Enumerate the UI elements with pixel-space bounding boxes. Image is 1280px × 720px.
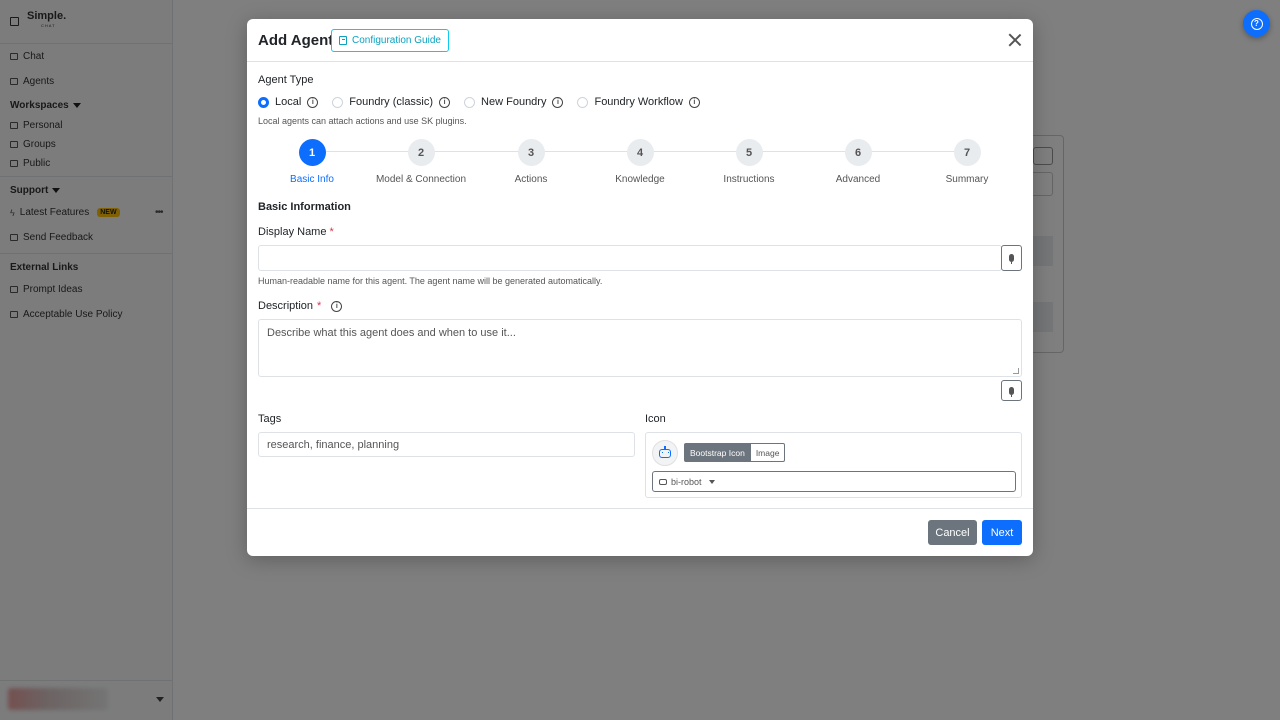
step-number: 5 (735, 139, 763, 166)
agent-type-label: Agent Type (258, 74, 314, 86)
step-actions[interactable]: 3 Actions (471, 139, 591, 185)
robot-icon (659, 478, 667, 485)
caret-down-icon (708, 479, 715, 484)
step-instructions[interactable]: 5 Instructions (689, 139, 809, 185)
step-number: 4 (626, 139, 654, 166)
display-name-label: Display Name * (258, 226, 334, 238)
step-number: 3 (517, 139, 545, 166)
info-icon[interactable]: i (552, 96, 564, 108)
info-icon[interactable]: i (688, 96, 700, 108)
image-button[interactable]: Image (750, 443, 786, 462)
tags-input[interactable]: research, finance, planning (258, 432, 635, 457)
step-label: Advanced (835, 174, 881, 185)
microphone-icon (1009, 254, 1014, 264)
agent-type-foundry-classic[interactable]: Foundry (classic) i (332, 96, 451, 108)
agent-type-options: Local i Foundry (classic) i New Foundry … (258, 96, 714, 108)
add-agent-modal: Add Agent Configuration Guide Agent Type… (247, 19, 1033, 556)
icon-label: Icon (645, 413, 666, 425)
radio-label: New Foundry (481, 96, 547, 108)
icon-select-value: bi-robot (671, 476, 702, 487)
resize-handle-icon[interactable] (1013, 368, 1019, 374)
bootstrap-icon-button[interactable]: Bootstrap Icon (684, 443, 751, 462)
step-number: 6 (844, 139, 872, 166)
required-mark: * (329, 226, 334, 238)
step-advanced[interactable]: 6 Advanced (798, 139, 918, 185)
book-icon (339, 36, 347, 45)
configuration-guide-button[interactable]: Configuration Guide (331, 29, 449, 52)
radio-label: Foundry Workflow (594, 96, 683, 108)
step-label: Summary (945, 174, 989, 185)
cancel-button[interactable]: Cancel (928, 520, 977, 545)
icon-preview (652, 440, 678, 466)
radio-label: Local (275, 96, 302, 108)
icon-mode-toggle: Bootstrap Icon Image (684, 443, 786, 462)
required-mark: * (317, 300, 322, 312)
step-knowledge[interactable]: 4 Knowledge (580, 139, 700, 185)
step-summary[interactable]: 7 Summary (907, 139, 1027, 185)
agent-type-new-foundry[interactable]: New Foundry i (464, 96, 564, 108)
step-number: 1 (298, 139, 326, 166)
info-icon[interactable]: i (331, 300, 343, 312)
modal-footer (247, 508, 1033, 509)
step-label: Instructions (723, 174, 775, 185)
display-name-label-text: Display Name (258, 226, 327, 238)
description-label-text: Description (258, 300, 314, 312)
step-label: Model & Connection (375, 174, 467, 185)
radio-button[interactable] (464, 96, 476, 108)
description-textarea[interactable]: Describe what this agent does and when t… (258, 319, 1022, 377)
radio-button[interactable] (332, 96, 344, 108)
help-button[interactable]: ? (1243, 10, 1270, 37)
step-label: Knowledge (615, 174, 665, 185)
agent-type-help: Local agents can attach actions and use … (258, 116, 467, 126)
robot-icon (659, 445, 671, 458)
section-title: Basic Information (258, 201, 351, 213)
icon-panel: Bootstrap Icon Image bi-robot (645, 432, 1022, 498)
modal-header: Add Agent Configuration Guide (247, 19, 1033, 62)
display-name-mic-button[interactable] (1001, 245, 1022, 271)
tags-label: Tags (258, 413, 282, 425)
step-label: Actions (514, 174, 548, 185)
icon-select[interactable]: bi-robot (652, 471, 1016, 492)
step-basic-info[interactable]: 1 Basic Info (252, 139, 372, 185)
radio-button[interactable] (577, 96, 589, 108)
next-button[interactable]: Next (982, 520, 1022, 545)
microphone-icon (1009, 386, 1014, 397)
question-icon: ? (1250, 17, 1263, 30)
display-name-help: Human-readable name for this agent. The … (258, 276, 603, 286)
configuration-guide-label: Configuration Guide (352, 35, 441, 46)
description-placeholder: Describe what this agent does and when t… (267, 327, 516, 339)
agent-type-local[interactable]: Local i (258, 96, 319, 108)
step-number: 2 (407, 139, 435, 166)
step-number: 7 (953, 139, 981, 166)
description-mic-button[interactable] (1001, 380, 1022, 401)
agent-type-foundry-workflow[interactable]: Foundry Workflow i (577, 96, 700, 108)
info-icon[interactable]: i (307, 96, 319, 108)
step-model-connection[interactable]: 2 Model & Connection (361, 139, 481, 185)
description-label: Description * i (258, 300, 343, 312)
display-name-input[interactable] (258, 245, 1002, 271)
radio-label: Foundry (classic) (349, 96, 434, 108)
modal-title: Add Agent (258, 32, 334, 49)
close-icon[interactable] (1008, 33, 1022, 47)
step-label: Basic Info (290, 174, 334, 185)
info-icon[interactable]: i (439, 96, 451, 108)
radio-button[interactable] (258, 96, 269, 108)
